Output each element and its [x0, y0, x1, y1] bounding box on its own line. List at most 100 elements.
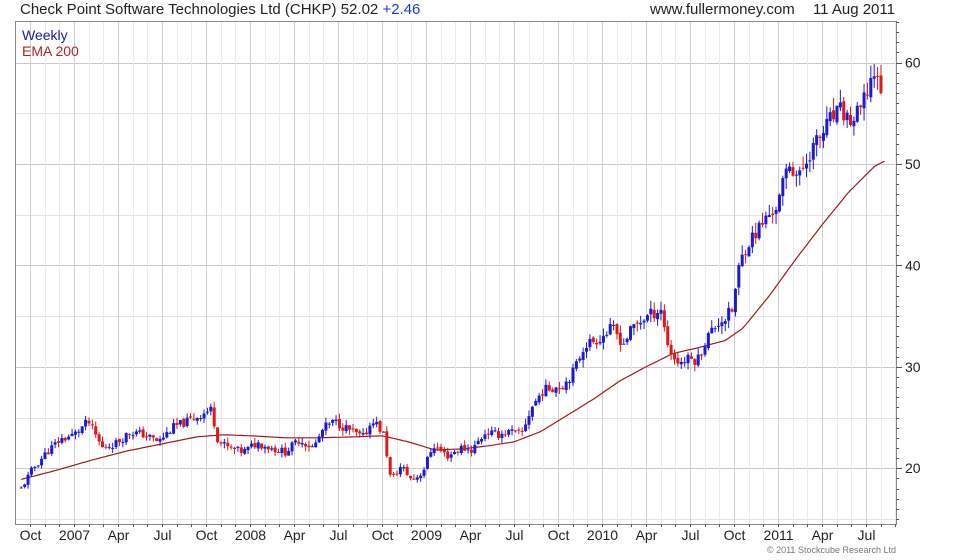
candle-body: [788, 166, 792, 172]
candle-body: [165, 432, 169, 438]
candle-body: [432, 448, 436, 454]
candle-body: [131, 435, 135, 437]
candle-body: [649, 308, 653, 315]
candle-body: [818, 136, 822, 139]
candle-body: [767, 215, 771, 217]
candle-body: [564, 381, 568, 390]
candle-body: [615, 323, 619, 335]
x-tick-label: Apr: [108, 527, 130, 543]
candle-body: [754, 232, 758, 239]
candle-body: [446, 451, 450, 459]
y-tick-label: 20: [905, 460, 921, 476]
candle-body: [148, 434, 152, 437]
candle-body: [415, 477, 419, 480]
candle-body: [642, 320, 646, 323]
candle-body: [36, 465, 40, 467]
candle-body: [77, 431, 81, 433]
candle-body: [53, 442, 57, 445]
candle-body: [510, 429, 514, 431]
candle-body: [29, 467, 33, 475]
candle-body: [497, 431, 501, 438]
candle-body: [537, 395, 541, 403]
candle-body: [838, 102, 842, 108]
candle-body: [63, 437, 67, 441]
candle-body: [50, 445, 54, 454]
candle-body: [321, 429, 325, 437]
candle-body: [476, 440, 480, 445]
candle-body: [727, 307, 731, 321]
candle-body: [774, 209, 778, 214]
candle-body: [151, 435, 155, 438]
candle-body: [209, 406, 213, 412]
candle-body: [469, 449, 473, 453]
candle-body: [229, 446, 233, 448]
candle-body: [605, 334, 609, 336]
candle-body: [683, 362, 687, 364]
candle-body: [104, 446, 108, 448]
candle-body: [67, 436, 71, 440]
candle-body: [551, 389, 555, 392]
candle-body: [622, 343, 626, 345]
candle-body: [652, 309, 656, 319]
candle-body: [253, 443, 257, 448]
candle-body: [686, 354, 690, 364]
candle-body: [676, 357, 680, 364]
candle-body: [832, 110, 836, 120]
x-tick-label: 2010: [587, 527, 618, 543]
candle-body: [781, 178, 785, 197]
candle-body: [124, 433, 128, 443]
y-tick-label: 50: [905, 156, 921, 172]
candle-body: [300, 443, 304, 445]
candle-body: [520, 430, 524, 432]
x-tick-label: Apr: [284, 527, 306, 543]
candle-body: [327, 423, 331, 425]
candle-body: [314, 442, 318, 448]
candle-body: [266, 446, 270, 450]
candle-body: [849, 114, 853, 126]
copyright-notice: © 2011 Stockcube Research Ltd: [766, 545, 896, 555]
candle-body: [436, 447, 440, 449]
chart-date: 11 Aug 2011: [812, 1, 895, 18]
candle-body: [612, 324, 616, 326]
candle-body: [717, 325, 721, 327]
candle-body: [26, 474, 30, 485]
candle-body: [744, 254, 748, 256]
candle-body: [794, 174, 798, 176]
x-tick-label: 2009: [411, 527, 442, 543]
candle-body: [733, 288, 737, 313]
candle-body: [337, 418, 341, 429]
candle-body: [720, 322, 724, 327]
source-url: www.fullermoney.com: [650, 1, 795, 18]
candle-body: [595, 342, 599, 345]
candle-body: [706, 333, 710, 349]
candle-body: [273, 447, 277, 453]
x-tick-label: Oct: [724, 527, 746, 543]
candle-body: [361, 433, 365, 435]
last-price: 52.02: [340, 1, 379, 18]
candle-body: [869, 78, 873, 98]
candle-body: [341, 427, 345, 431]
candle-body: [412, 478, 416, 480]
candle-body: [216, 427, 220, 443]
candle-body: [107, 447, 111, 449]
candle-body: [507, 430, 511, 435]
candle-body: [277, 451, 281, 453]
legend-ema-200: EMA 200: [22, 43, 79, 59]
candle-body: [493, 430, 497, 432]
candle-body: [243, 448, 247, 454]
candle-body: [764, 215, 768, 225]
candle-body: [574, 361, 578, 369]
candle-body: [97, 434, 101, 442]
candle-body: [730, 309, 734, 312]
candle-body: [500, 433, 504, 439]
candle-body: [101, 441, 105, 448]
candle-body: [256, 442, 260, 449]
candle-body: [571, 367, 575, 383]
candle-body: [821, 132, 825, 141]
candle-body: [121, 441, 125, 443]
candle-body: [145, 436, 149, 438]
candle-body: [348, 425, 352, 430]
candle-body: [287, 450, 291, 456]
candle-body: [811, 143, 815, 160]
candle-body: [568, 381, 572, 383]
